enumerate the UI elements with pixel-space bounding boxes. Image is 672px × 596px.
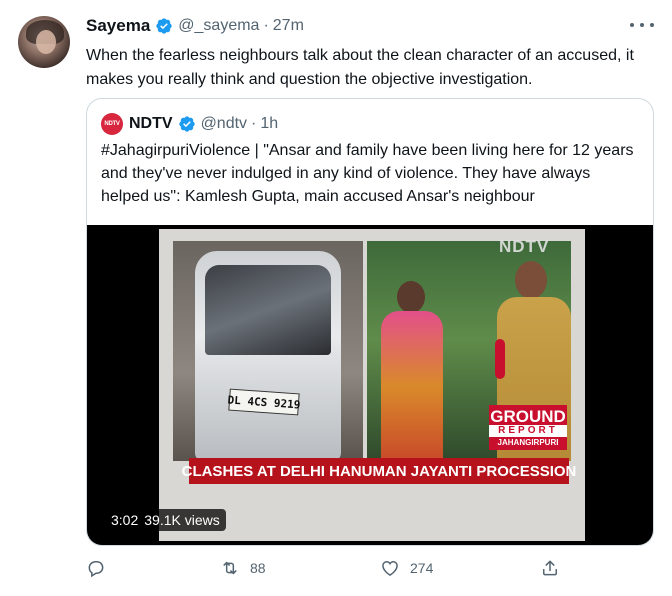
retweet-button[interactable]: 88 — [220, 558, 266, 578]
more-dot — [640, 23, 644, 27]
news-ticker: CLASHES AT DELHI HANUMAN JAYANTI PROCESS… — [182, 458, 576, 484]
video-duration: 3:02 — [111, 512, 139, 528]
quote-author-handle[interactable]: @ndtv — [201, 115, 247, 133]
separator-dot: · — [263, 17, 269, 34]
figure-head — [515, 261, 547, 299]
video-views: 39.1K views — [144, 512, 220, 528]
like-heart-icon — [382, 560, 398, 576]
video-frame: DL 4CS 9219 NDTV GROUND REPORT JAHANGIRP… — [159, 229, 585, 541]
interviewee-figure — [381, 281, 443, 461]
share-button[interactable] — [540, 558, 570, 578]
like-count: 274 — [410, 560, 434, 576]
retweet-icon — [223, 561, 237, 575]
tweet[interactable]: Sayema @_sayema · 27m When the fearless … — [0, 0, 672, 596]
video-car-image: DL 4CS 9219 — [173, 241, 363, 461]
car-window — [205, 265, 331, 355]
retweet-count: 88 — [250, 560, 266, 576]
like-button[interactable]: 274 — [380, 558, 433, 578]
verified-badge-icon — [156, 18, 172, 34]
video-player[interactable]: DL 4CS 9219 NDTV GROUND REPORT JAHANGIRP… — [87, 225, 653, 545]
tweet-text: When the fearless neighbours talk about … — [86, 47, 634, 88]
author-name[interactable]: Sayema — [86, 16, 150, 36]
channel-watermark: NDTV — [499, 237, 550, 256]
quote-avatar[interactable]: NDTV — [101, 113, 123, 135]
tweet-header: Sayema @_sayema · 27m — [86, 16, 304, 36]
reply-icon — [88, 561, 104, 578]
quoted-tweet[interactable]: NDTV NDTV @ndtv · 1h #JahagirpuriViolenc… — [86, 98, 654, 546]
author-handle[interactable]: @_sayema — [178, 17, 259, 35]
microphone — [495, 339, 505, 379]
more-options-icon[interactable] — [630, 18, 654, 32]
figure-body — [381, 311, 443, 461]
author-avatar[interactable] — [18, 16, 70, 68]
reply-button[interactable] — [86, 558, 116, 578]
ground-report-line1: GROUND — [490, 407, 566, 426]
verified-badge-icon — [178, 116, 195, 132]
quote-avatar-text: NDTV — [104, 121, 120, 127]
avatar-face — [36, 30, 56, 54]
quote-header: NDTV NDTV @ndtv · 1h — [101, 113, 278, 135]
video-stats-badge: 3:02 39.1K views — [105, 509, 226, 531]
quote-time[interactable]: 1h — [260, 115, 278, 133]
ground-report-line2: REPORT — [489, 425, 567, 437]
more-dot — [630, 23, 634, 27]
quote-author-name[interactable]: NDTV — [129, 115, 173, 133]
ground-report-location: JAHANGIRPURI — [497, 438, 559, 447]
quote-text: #JahagirpuriViolence | "Ansar and family… — [101, 142, 634, 205]
tweet-actions: 88 274 — [86, 558, 566, 582]
figure-head — [397, 281, 425, 313]
ground-report-badge: GROUND REPORT JAHANGIRPURI — [489, 405, 567, 450]
more-dot — [650, 23, 654, 27]
separator-dot: · — [251, 115, 257, 132]
share-icon — [543, 560, 557, 576]
tweet-time[interactable]: 27m — [273, 17, 304, 35]
